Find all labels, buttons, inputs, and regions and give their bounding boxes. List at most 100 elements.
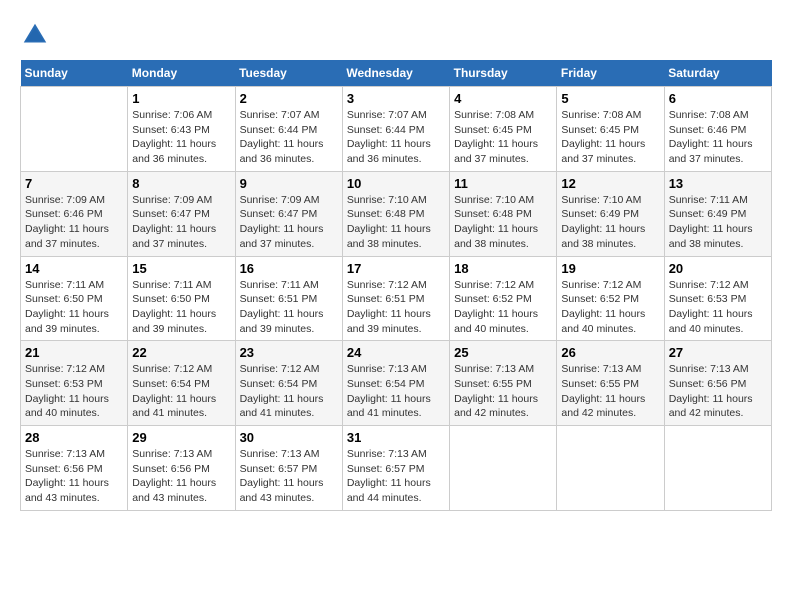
day-number: 13	[669, 176, 767, 191]
day-cell: 29Sunrise: 7:13 AMSunset: 6:56 PMDayligh…	[128, 426, 235, 511]
day-number: 17	[347, 261, 445, 276]
header-cell-sunday: Sunday	[21, 60, 128, 87]
day-info: Sunrise: 7:08 AMSunset: 6:45 PMDaylight:…	[454, 108, 552, 167]
day-info: Sunrise: 7:09 AMSunset: 6:46 PMDaylight:…	[25, 193, 123, 252]
day-cell: 1Sunrise: 7:06 AMSunset: 6:43 PMDaylight…	[128, 87, 235, 172]
header-cell-tuesday: Tuesday	[235, 60, 342, 87]
day-number: 11	[454, 176, 552, 191]
week-row-1: 1Sunrise: 7:06 AMSunset: 6:43 PMDaylight…	[21, 87, 772, 172]
day-cell: 14Sunrise: 7:11 AMSunset: 6:50 PMDayligh…	[21, 256, 128, 341]
day-number: 16	[240, 261, 338, 276]
day-info: Sunrise: 7:13 AMSunset: 6:57 PMDaylight:…	[240, 447, 338, 506]
day-number: 26	[561, 345, 659, 360]
day-number: 7	[25, 176, 123, 191]
day-info: Sunrise: 7:07 AMSunset: 6:44 PMDaylight:…	[240, 108, 338, 167]
day-cell: 27Sunrise: 7:13 AMSunset: 6:56 PMDayligh…	[664, 341, 771, 426]
day-info: Sunrise: 7:12 AMSunset: 6:54 PMDaylight:…	[132, 362, 230, 421]
day-cell: 11 Sunrise: 7:10 AMSunset: 6:48 PMDayligh…	[450, 171, 557, 256]
day-number: 30	[240, 430, 338, 445]
day-info: Sunrise: 7:12 AMSunset: 6:52 PMDaylight:…	[454, 278, 552, 337]
day-cell: 22 Sunrise: 7:12 AMSunset: 6:54 PMDayligh…	[128, 341, 235, 426]
day-number: 2	[240, 91, 338, 106]
header-cell-friday: Friday	[557, 60, 664, 87]
header-cell-thursday: Thursday	[450, 60, 557, 87]
day-cell: 2 Sunrise: 7:07 AMSunset: 6:44 PMDaylight…	[235, 87, 342, 172]
day-cell: 28 Sunrise: 7:13 AMSunset: 6:56 PMDayligh…	[21, 426, 128, 511]
day-info: Sunrise: 7:09 AMSunset: 6:47 PMDaylight:…	[132, 193, 230, 252]
day-info: Sunrise: 7:12 AMSunset: 6:53 PMDaylight:…	[669, 278, 767, 337]
day-cell	[450, 426, 557, 511]
day-number: 24	[347, 345, 445, 360]
day-number: 28	[25, 430, 123, 445]
day-info: Sunrise: 7:11 AMSunset: 6:51 PMDaylight:…	[240, 278, 338, 337]
day-number: 14	[25, 261, 123, 276]
day-info: Sunrise: 7:13 AMSunset: 6:56 PMDaylight:…	[669, 362, 767, 421]
day-number: 22	[132, 345, 230, 360]
day-info: Sunrise: 7:08 AMSunset: 6:45 PMDaylight:…	[561, 108, 659, 167]
day-number: 6	[669, 91, 767, 106]
day-cell	[21, 87, 128, 172]
day-info: Sunrise: 7:12 AMSunset: 6:54 PMDaylight:…	[240, 362, 338, 421]
day-cell: 15 Sunrise: 7:11 AMSunset: 6:50 PMDayligh…	[128, 256, 235, 341]
week-row-2: 7 Sunrise: 7:09 AMSunset: 6:46 PMDaylight…	[21, 171, 772, 256]
day-info: Sunrise: 7:06 AMSunset: 6:43 PMDaylight:…	[132, 108, 230, 167]
day-cell: 23 Sunrise: 7:12 AMSunset: 6:54 PMDayligh…	[235, 341, 342, 426]
page-header	[20, 20, 772, 50]
day-info: Sunrise: 7:13 AMSunset: 6:55 PMDaylight:…	[454, 362, 552, 421]
day-cell: 17 Sunrise: 7:12 AMSunset: 6:51 PMDayligh…	[342, 256, 449, 341]
day-cell: 19 Sunrise: 7:12 AMSunset: 6:52 PMDayligh…	[557, 256, 664, 341]
day-cell: 30 Sunrise: 7:13 AMSunset: 6:57 PMDayligh…	[235, 426, 342, 511]
day-number: 4	[454, 91, 552, 106]
day-number: 15	[132, 261, 230, 276]
day-cell: 25 Sunrise: 7:13 AMSunset: 6:55 PMDayligh…	[450, 341, 557, 426]
day-cell: 24 Sunrise: 7:13 AMSunset: 6:54 PMDayligh…	[342, 341, 449, 426]
header-cell-wednesday: Wednesday	[342, 60, 449, 87]
day-cell	[557, 426, 664, 511]
week-row-5: 28 Sunrise: 7:13 AMSunset: 6:56 PMDayligh…	[21, 426, 772, 511]
day-cell: 16 Sunrise: 7:11 AMSunset: 6:51 PMDayligh…	[235, 256, 342, 341]
day-cell: 20 Sunrise: 7:12 AMSunset: 6:53 PMDayligh…	[664, 256, 771, 341]
day-info: Sunrise: 7:10 AMSunset: 6:49 PMDaylight:…	[561, 193, 659, 252]
day-cell: 13 Sunrise: 7:11 AMSunset: 6:49 PMDayligh…	[664, 171, 771, 256]
day-info: Sunrise: 7:13 AMSunset: 6:56 PMDaylight:…	[25, 447, 123, 506]
day-info: Sunrise: 7:09 AMSunset: 6:47 PMDaylight:…	[240, 193, 338, 252]
day-info: Sunrise: 7:12 AMSunset: 6:53 PMDaylight:…	[25, 362, 123, 421]
day-cell: 10Sunrise: 7:10 AMSunset: 6:48 PMDayligh…	[342, 171, 449, 256]
day-number: 5	[561, 91, 659, 106]
day-number: 9	[240, 176, 338, 191]
day-cell: 3Sunrise: 7:07 AMSunset: 6:44 PMDaylight…	[342, 87, 449, 172]
day-info: Sunrise: 7:13 AMSunset: 6:57 PMDaylight:…	[347, 447, 445, 506]
day-cell: 31 Sunrise: 7:13 AMSunset: 6:57 PMDayligh…	[342, 426, 449, 511]
day-number: 23	[240, 345, 338, 360]
day-number: 19	[561, 261, 659, 276]
day-info: Sunrise: 7:08 AMSunset: 6:46 PMDaylight:…	[669, 108, 767, 167]
day-cell: 5 Sunrise: 7:08 AMSunset: 6:45 PMDaylight…	[557, 87, 664, 172]
day-cell: 18 Sunrise: 7:12 AMSunset: 6:52 PMDayligh…	[450, 256, 557, 341]
calendar-body: 1Sunrise: 7:06 AMSunset: 6:43 PMDaylight…	[21, 87, 772, 511]
header-cell-monday: Monday	[128, 60, 235, 87]
day-number: 10	[347, 176, 445, 191]
day-number: 12	[561, 176, 659, 191]
day-cell: 9 Sunrise: 7:09 AMSunset: 6:47 PMDaylight…	[235, 171, 342, 256]
day-info: Sunrise: 7:11 AMSunset: 6:49 PMDaylight:…	[669, 193, 767, 252]
header-row: SundayMondayTuesdayWednesdayThursdayFrid…	[21, 60, 772, 87]
day-info: Sunrise: 7:12 AMSunset: 6:51 PMDaylight:…	[347, 278, 445, 337]
day-cell: 8Sunrise: 7:09 AMSunset: 6:47 PMDaylight…	[128, 171, 235, 256]
day-number: 18	[454, 261, 552, 276]
day-cell: 7 Sunrise: 7:09 AMSunset: 6:46 PMDaylight…	[21, 171, 128, 256]
day-cell: 26Sunrise: 7:13 AMSunset: 6:55 PMDayligh…	[557, 341, 664, 426]
day-cell	[664, 426, 771, 511]
day-info: Sunrise: 7:10 AMSunset: 6:48 PMDaylight:…	[454, 193, 552, 252]
day-cell: 12 Sunrise: 7:10 AMSunset: 6:49 PMDayligh…	[557, 171, 664, 256]
week-row-3: 14 Sunrise: 7:11 AMSunset: 6:50 PMDayligh…	[21, 256, 772, 341]
logo	[20, 20, 54, 50]
logo-icon	[20, 20, 50, 50]
day-cell: 6 Sunrise: 7:08 AMSunset: 6:46 PMDaylight…	[664, 87, 771, 172]
day-info: Sunrise: 7:11 AMSunset: 6:50 PMDaylight:…	[132, 278, 230, 337]
day-number: 20	[669, 261, 767, 276]
day-info: Sunrise: 7:12 AMSunset: 6:52 PMDaylight:…	[561, 278, 659, 337]
day-number: 31	[347, 430, 445, 445]
day-info: Sunrise: 7:13 AMSunset: 6:54 PMDaylight:…	[347, 362, 445, 421]
day-number: 25	[454, 345, 552, 360]
day-info: Sunrise: 7:13 AMSunset: 6:56 PMDaylight:…	[132, 447, 230, 506]
